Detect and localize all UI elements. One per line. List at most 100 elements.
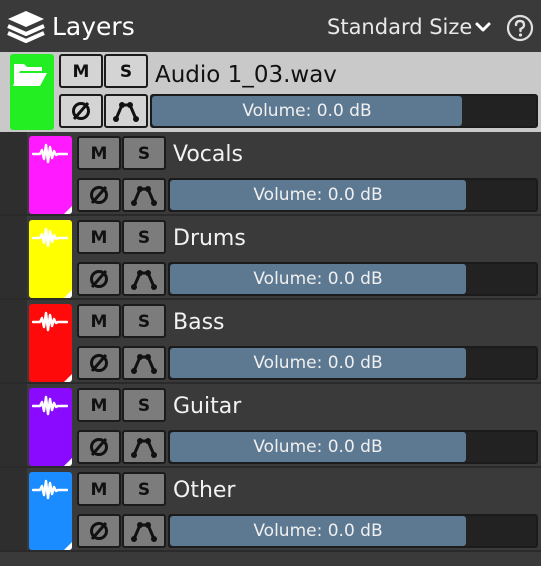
resize-corner xyxy=(64,206,72,214)
layer-name[interactable]: Bass xyxy=(173,308,225,338)
layer-name[interactable]: Audio 1_03.wav xyxy=(155,60,337,90)
svg-text:S: S xyxy=(138,480,150,498)
layers-panel-header: Layers Standard Size xyxy=(0,0,541,52)
volume-slider[interactable]: Volume: 0.0 dB xyxy=(168,430,538,464)
layer-color-swatch[interactable] xyxy=(29,472,72,550)
svg-text:S: S xyxy=(138,396,150,414)
waveform-icon xyxy=(32,143,68,164)
hierarchy-indent xyxy=(0,132,27,216)
layer-name[interactable]: Vocals xyxy=(173,140,243,170)
automation-curve-icon xyxy=(131,354,157,374)
layer-name[interactable]: Drums xyxy=(173,224,246,254)
phase-invert-icon xyxy=(90,438,108,456)
hierarchy-indent xyxy=(0,300,27,384)
volume-slider[interactable]: Volume: 0.0 dB xyxy=(150,94,538,128)
volume-label: Volume: 0.0 dB xyxy=(253,521,383,541)
svg-text:S: S xyxy=(120,62,132,80)
volume-label: Volume: 0.0 dB xyxy=(253,185,383,205)
layer-row[interactable]: M S Other Volume: 0.0 dB xyxy=(0,468,541,552)
waveform-icon xyxy=(32,395,68,416)
volume-slider[interactable]: Volume: 0.0 dB xyxy=(168,346,538,380)
volume-slider[interactable]: Volume: 0.0 dB xyxy=(168,262,538,296)
automation-curve-icon xyxy=(131,186,157,206)
automation-button[interactable] xyxy=(122,430,166,464)
svg-text:M: M xyxy=(73,62,90,80)
layer-color-swatch[interactable] xyxy=(29,388,72,466)
automation-button[interactable] xyxy=(122,514,166,548)
phase-invert-button[interactable] xyxy=(77,346,121,380)
phase-invert-button[interactable] xyxy=(77,514,121,548)
phase-invert-button[interactable] xyxy=(77,430,121,464)
automation-button[interactable] xyxy=(122,346,166,380)
phase-invert-button[interactable] xyxy=(77,178,121,212)
svg-text:M: M xyxy=(91,144,108,162)
waveform-icon xyxy=(32,311,68,332)
automation-curve-icon xyxy=(113,102,139,122)
row-divider xyxy=(0,550,541,552)
volume-label: Volume: 0.0 dB xyxy=(242,101,372,121)
automation-curve-icon xyxy=(131,438,157,458)
layer-color-swatch[interactable] xyxy=(29,304,72,382)
mute-button[interactable]: M xyxy=(77,388,121,422)
panel-title: Layers xyxy=(52,12,135,41)
resize-corner xyxy=(64,290,72,298)
solo-button[interactable]: S xyxy=(104,54,148,88)
layer-row[interactable]: M S Vocals Volume: 0.0 dB xyxy=(0,132,541,216)
svg-text:M: M xyxy=(91,228,108,246)
hierarchy-indent xyxy=(0,468,27,552)
automation-button[interactable] xyxy=(122,178,166,212)
layer-color-swatch[interactable] xyxy=(29,220,72,298)
phase-invert-button[interactable] xyxy=(77,262,121,296)
mute-button[interactable]: M xyxy=(77,472,121,506)
automation-button[interactable] xyxy=(122,262,166,296)
solo-button[interactable]: S xyxy=(122,472,166,506)
hierarchy-indent xyxy=(0,384,27,468)
layer-name[interactable]: Other xyxy=(173,476,235,506)
resize-corner xyxy=(64,542,72,550)
solo-button[interactable]: S xyxy=(122,304,166,338)
mute-button[interactable]: M xyxy=(77,304,121,338)
phase-invert-icon xyxy=(90,186,108,204)
layers-icon xyxy=(7,11,45,43)
mute-button[interactable]: M xyxy=(77,220,121,254)
svg-text:M: M xyxy=(91,396,108,414)
mute-button[interactable]: M xyxy=(59,54,103,88)
solo-button[interactable]: S xyxy=(122,220,166,254)
layer-name[interactable]: Guitar xyxy=(173,392,241,422)
solo-button[interactable]: S xyxy=(122,388,166,422)
phase-invert-icon xyxy=(90,270,108,288)
svg-text:S: S xyxy=(138,312,150,330)
phase-invert-icon xyxy=(72,102,90,120)
hierarchy-indent xyxy=(0,216,27,300)
volume-label: Volume: 0.0 dB xyxy=(253,353,383,373)
layer-row[interactable]: M S Guitar Volume: 0.0 dB xyxy=(0,384,541,468)
size-dropdown[interactable]: Standard Size xyxy=(327,13,472,41)
phase-invert-button[interactable] xyxy=(59,94,103,128)
solo-button[interactable]: S xyxy=(122,136,166,170)
resize-corner xyxy=(64,458,72,466)
folder-open-icon xyxy=(13,64,47,86)
volume-label: Volume: 0.0 dB xyxy=(253,269,383,289)
layer-color-swatch[interactable] xyxy=(29,136,72,214)
phase-invert-icon xyxy=(90,522,108,540)
layer-row[interactable]: M S Bass Volume: 0.0 dB xyxy=(0,300,541,384)
waveform-icon xyxy=(32,479,68,500)
automation-curve-icon xyxy=(131,522,157,542)
automation-button[interactable] xyxy=(104,94,148,128)
waveform-icon xyxy=(32,227,68,248)
layer-row[interactable]: M S Drums Volume: 0.0 dB xyxy=(0,216,541,300)
svg-text:M: M xyxy=(91,312,108,330)
help-icon[interactable] xyxy=(506,14,534,42)
volume-slider[interactable]: Volume: 0.0 dB xyxy=(168,178,538,212)
svg-text:M: M xyxy=(91,480,108,498)
parent-layer-row[interactable]: M S Audio 1_03.wav Volume: 0.0 dB xyxy=(0,52,541,132)
mute-button[interactable]: M xyxy=(77,136,121,170)
resize-corner xyxy=(64,374,72,382)
layer-color-swatch[interactable] xyxy=(10,54,54,130)
automation-curve-icon xyxy=(131,270,157,290)
phase-invert-icon xyxy=(90,354,108,372)
svg-text:S: S xyxy=(138,228,150,246)
chevron-down-icon[interactable] xyxy=(474,18,492,36)
volume-label: Volume: 0.0 dB xyxy=(253,437,383,457)
volume-slider[interactable]: Volume: 0.0 dB xyxy=(168,514,538,548)
